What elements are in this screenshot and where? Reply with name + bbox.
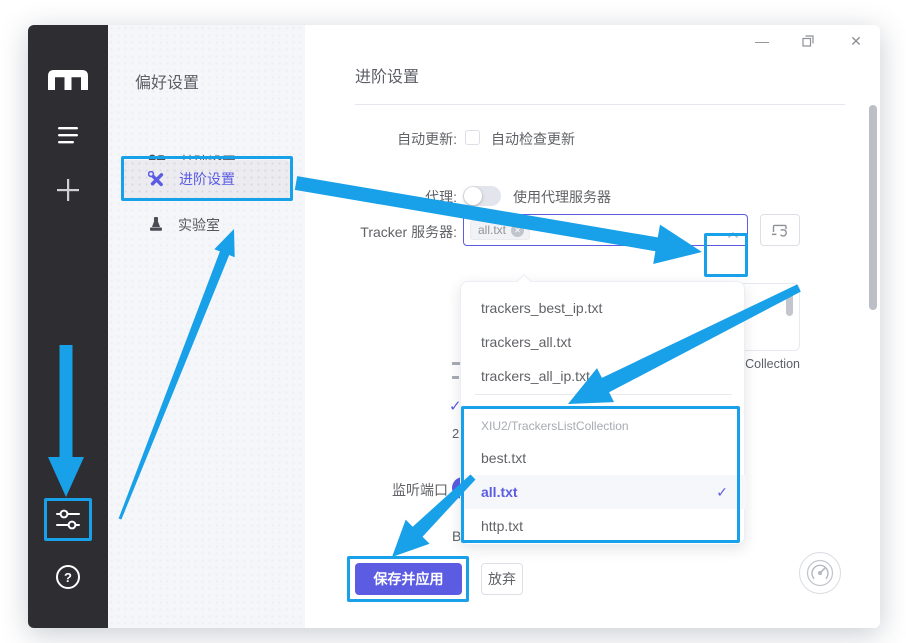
selected-tracker-tag: all.txt ✕: [470, 220, 530, 240]
page-scrollbar-thumb[interactable]: [869, 105, 877, 310]
check-icon: ✓: [716, 484, 728, 501]
panel-title: 偏好设置: [135, 69, 199, 93]
tracker-dropdown: trackers_best_ip.txt trackers_all.txt tr…: [460, 281, 745, 545]
motrix-logo-icon: [48, 70, 88, 90]
auto-update-label: 自动更新:: [278, 129, 457, 149]
dropdown-divider: [475, 394, 732, 395]
auto-update-checkbox[interactable]: [465, 130, 480, 145]
chevron-up-icon[interactable]: [727, 226, 739, 244]
maximize-icon: [802, 35, 814, 47]
dropdown-item-selected[interactable]: all.txt ✓: [461, 475, 746, 509]
speed-gauge-button[interactable]: [799, 552, 841, 594]
title-divider: [355, 104, 845, 105]
close-icon: ✕: [850, 33, 862, 50]
close-button[interactable]: ✕: [841, 29, 871, 53]
listen-port-label: 监听端口: [328, 480, 448, 500]
proxy-toggle[interactable]: [463, 186, 501, 206]
dropdown-item[interactable]: trackers_best_ip.txt: [461, 291, 746, 325]
minimize-button[interactable]: —: [747, 29, 777, 53]
tag-label: all.txt: [478, 223, 506, 237]
sidebar: ?: [28, 25, 108, 628]
dropdown-item[interactable]: trackers_all.txt: [461, 325, 746, 359]
help-glyph: ?: [56, 565, 80, 589]
dropdown-item-label: trackers_all_ip.txt: [481, 368, 590, 384]
dropdown-item-label: best.txt: [481, 450, 526, 466]
sidebar-item-lab[interactable]: 实验室: [122, 206, 290, 244]
sidebar-item-label: 进阶设置: [179, 169, 235, 189]
discard-button[interactable]: 放弃: [481, 563, 523, 595]
help-icon[interactable]: ?: [28, 565, 108, 589]
auto-update-option-label: 自动检查更新: [491, 129, 575, 149]
proxy-label: 代理:: [278, 187, 457, 207]
sync-tracker-button[interactable]: [760, 214, 800, 246]
dropdown-item-label: trackers_best_ip.txt: [481, 300, 602, 316]
proxy-option-label: 使用代理服务器: [513, 187, 611, 207]
lab-icon: [148, 217, 164, 233]
dropdown-notch: [517, 274, 531, 288]
tracker-server-select[interactable]: all.txt ✕: [463, 214, 748, 246]
toggle-knob: [464, 187, 482, 205]
dropdown-item-label: http.txt: [481, 518, 523, 534]
tracker-label: Tracker 服务器:: [278, 222, 457, 242]
dropdown-item[interactable]: http.txt: [461, 509, 746, 543]
advanced-settings-page: — ✕ 进阶设置 自动更新: 自动检查更新 代理:: [305, 25, 880, 628]
occluded-text-fragment: [452, 376, 459, 379]
preferences-panel: 偏好设置 基础设置 进: [108, 25, 305, 628]
advanced-settings-icon: [148, 171, 165, 188]
task-list-icon[interactable]: [28, 123, 108, 147]
minimize-icon: —: [755, 33, 769, 49]
dropdown-item-label: all.txt: [481, 484, 518, 500]
maximize-button[interactable]: [793, 29, 823, 53]
dropdown-item-label: trackers_all.txt: [481, 334, 571, 350]
tag-close-icon[interactable]: ✕: [511, 224, 524, 237]
motrix-logo: [28, 70, 108, 90]
app-window: ? 偏好设置 基础设置: [28, 25, 880, 628]
sync-icon: [771, 223, 789, 238]
dropdown-group-label: XIU2/TrackersListCollection: [481, 419, 726, 433]
page-title: 进阶设置: [355, 63, 419, 87]
add-task-icon[interactable]: [28, 177, 108, 203]
dropdown-item[interactable]: best.txt: [461, 441, 746, 475]
screenshot-root: ? 偏好设置 基础设置: [0, 0, 906, 643]
textarea-scrollbar-thumb[interactable]: [786, 289, 793, 316]
save-and-apply-button[interactable]: 保存并应用: [355, 563, 462, 595]
dropdown-item[interactable]: trackers_all_ip.txt: [461, 359, 746, 393]
occluded-digit: 2: [452, 426, 459, 441]
preferences-icon[interactable]: [28, 507, 108, 533]
sidebar-item-advanced-settings[interactable]: 进阶设置: [122, 160, 290, 198]
sidebar-item-label: 实验室: [178, 215, 220, 235]
gauge-icon: [806, 559, 834, 587]
